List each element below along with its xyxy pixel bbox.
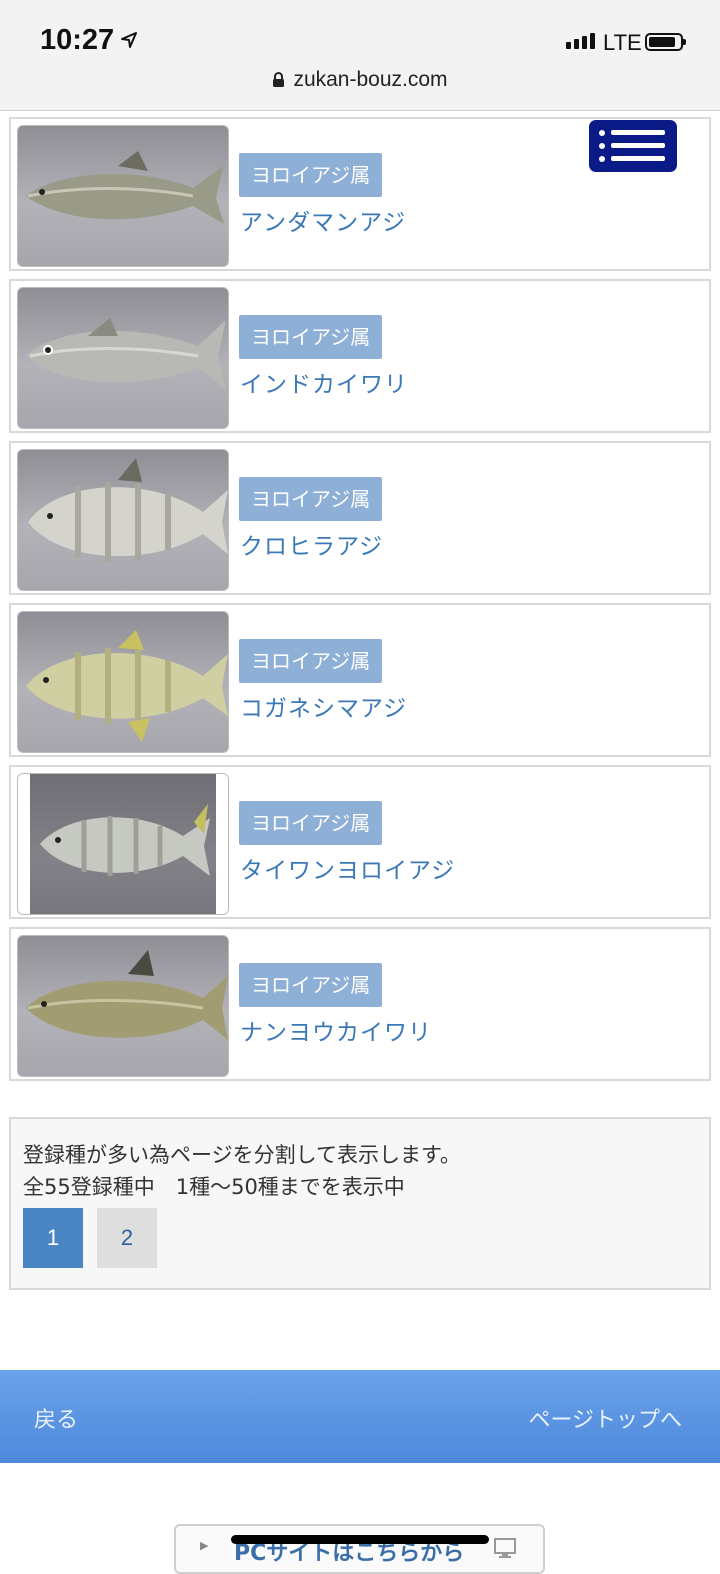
fish-list: ヨロイアジ属 アンダマンアジ ヨロイアジ属 インドカイワリ ヨロイアジ属 クロヒ… <box>9 117 711 1089</box>
fish-name-link[interactable]: インドカイワリ <box>240 365 408 399</box>
fish-name-link[interactable]: アンダマンアジ <box>240 203 406 237</box>
pagination-range: 全55登録種中 1種～50種までを表示中 <box>23 1175 405 1199</box>
fish-photo[interactable] <box>17 449 229 591</box>
home-indicator <box>231 1535 489 1544</box>
fish-name-link[interactable]: タイワンヨロイアジ <box>240 851 455 885</box>
fish-card[interactable]: ヨロイアジ属 タイワンヨロイアジ <box>9 765 711 919</box>
fish-name-link[interactable]: ナンヨウカイワリ <box>240 1013 432 1047</box>
location-arrow-icon <box>121 32 137 48</box>
lock-icon <box>273 72 285 87</box>
address-bar[interactable]: zukan-bouz.com <box>0 68 720 92</box>
pagination-notice: 登録種が多い為ページを分割して表示します。 <box>23 1143 461 1167</box>
signal-icon <box>566 33 595 49</box>
fish-photo[interactable] <box>17 773 229 915</box>
pagination-box: 登録種が多い為ページを分割して表示します。 全55登録種中 1種～50種までを表… <box>9 1117 711 1290</box>
genus-tag[interactable]: ヨロイアジ属 <box>239 639 383 683</box>
battery-icon <box>645 33 686 51</box>
page-2-button[interactable]: 2 <box>97 1208 157 1268</box>
genus-tag[interactable]: ヨロイアジ属 <box>239 477 383 521</box>
fish-name-link[interactable]: クロヒラアジ <box>240 527 383 561</box>
fish-photo[interactable] <box>17 935 229 1077</box>
monitor-icon <box>494 1538 516 1558</box>
menu-icon[interactable] <box>589 120 677 172</box>
pc-site-button[interactable]: ▶ PCサイトはこちらから <box>174 1524 545 1574</box>
genus-tag[interactable]: ヨロイアジ属 <box>239 315 383 359</box>
network-type: LTE <box>603 30 642 55</box>
footer-nav: 戻る ページトップへ <box>0 1370 720 1463</box>
fish-card[interactable]: ヨロイアジ属 インドカイワリ <box>9 279 711 433</box>
genus-tag[interactable]: ヨロイアジ属 <box>239 801 383 845</box>
url-text: zukan-bouz.com <box>293 68 448 91</box>
fish-card[interactable]: ヨロイアジ属 コガネシマアジ <box>9 603 711 757</box>
fish-name-link[interactable]: コガネシマアジ <box>240 689 407 723</box>
page-1-button[interactable]: 1 <box>23 1208 83 1268</box>
genus-tag[interactable]: ヨロイアジ属 <box>239 963 383 1007</box>
back-link[interactable]: 戻る <box>34 1402 78 1434</box>
fish-photo[interactable] <box>17 287 229 429</box>
page-top-link[interactable]: ページトップへ <box>528 1402 682 1434</box>
genus-tag[interactable]: ヨロイアジ属 <box>239 153 383 197</box>
fish-photo[interactable] <box>17 611 229 753</box>
status-time: 10:27 <box>40 24 115 56</box>
fish-photo[interactable] <box>17 125 229 267</box>
browser-top-bar: 10:27 LTE zukan-bouz.com <box>0 0 720 111</box>
fish-card[interactable]: ヨロイアジ属 ナンヨウカイワリ <box>9 927 711 1081</box>
arrow-right-icon: ▶ <box>200 1539 209 1552</box>
fish-card[interactable]: ヨロイアジ属 クロヒラアジ <box>9 441 711 595</box>
